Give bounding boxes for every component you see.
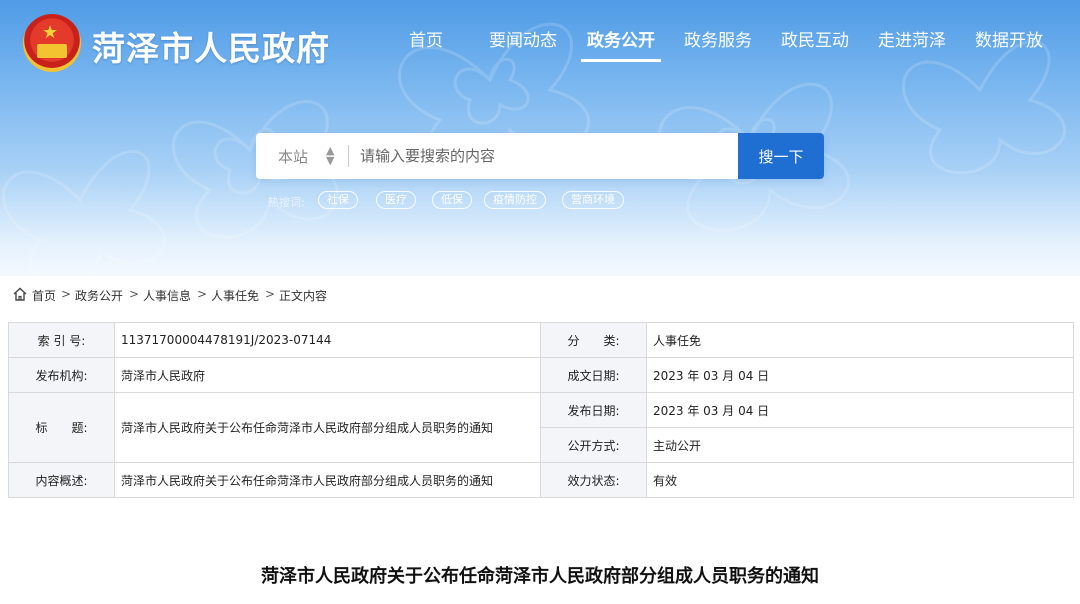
site-title: 菏泽市人民政府 xyxy=(92,29,330,68)
summary-label: 内容概述: xyxy=(8,462,115,498)
search-scope-select[interactable]: 本站 xyxy=(278,146,308,167)
national-emblem-logo: ★ xyxy=(23,14,81,72)
publish-date-value: 2023 年 03 月 04 日 xyxy=(646,392,1074,428)
created-date-value: 2023 年 03 月 04 日 xyxy=(646,357,1074,393)
breadcrumb-separator: > xyxy=(61,287,72,301)
nav-item-gov-affairs[interactable]: 政务公开 xyxy=(581,26,661,62)
nav-item-about-heze[interactable]: 走进菏泽 xyxy=(878,26,946,62)
breadcrumb-current: 正文内容 xyxy=(279,289,328,303)
peony-decoration-icon xyxy=(1,149,166,276)
nav-item-gov-services[interactable]: 政务服务 xyxy=(684,26,752,62)
category-value: 人事任免 xyxy=(646,322,1074,358)
nav-item-open-data[interactable]: 数据开放 xyxy=(975,26,1043,62)
disclosure-method-value: 主动公开 xyxy=(646,427,1074,463)
publish-date-label: 发布日期: xyxy=(540,392,647,428)
publisher-label: 发布机构: xyxy=(8,357,115,393)
table-row: 内容概述: 菏泽市人民政府关于公布任命菏泽市人民政府部分组成人员职务的通知 效力… xyxy=(8,462,1074,498)
nav-item-home[interactable]: 首页 xyxy=(409,26,443,62)
title-value: 菏泽市人民政府关于公布任命菏泽市人民政府部分组成人员职务的通知 xyxy=(114,392,541,463)
breadcrumb-personnel-info[interactable]: 人事信息 xyxy=(143,287,191,304)
breadcrumb-separator: > xyxy=(265,287,276,301)
updown-arrow-icon[interactable]: ▲ ▼ xyxy=(326,145,334,166)
nav-item-news[interactable]: 要闻动态 xyxy=(489,26,557,62)
hot-search-label: 热搜词: xyxy=(268,196,305,209)
search-button[interactable]: 搜一下 xyxy=(738,133,824,179)
gate-icon xyxy=(37,44,67,58)
validity-status-value: 有效 xyxy=(646,462,1074,498)
index-number-value: 11371700004478191J/2023-07144 xyxy=(114,322,541,358)
breadcrumb-separator: > xyxy=(197,287,208,301)
breadcrumb: 首页 > 政务公开 > 人事信息 > 人事任免 > 正文内容 xyxy=(8,276,1072,314)
breadcrumb-home[interactable]: 首页 xyxy=(32,287,56,304)
category-label: 分 类: xyxy=(540,322,647,358)
disclosure-method-label: 公开方式: xyxy=(540,427,647,463)
hot-tag-business-env[interactable]: 营商环境 xyxy=(562,191,624,209)
search-divider xyxy=(348,145,349,167)
hot-tag-social-security[interactable]: 社保 xyxy=(318,191,358,209)
hot-tag-medical[interactable]: 医疗 xyxy=(376,191,416,209)
publisher-value: 菏泽市人民政府 xyxy=(114,357,541,393)
hot-tag-basic-allowance[interactable]: 低保 xyxy=(432,191,472,209)
table-row: 索 引 号: 11371700004478191J/2023-07144 分 类… xyxy=(8,322,1074,358)
hot-tag-epidemic[interactable]: 疫情防控 xyxy=(484,191,546,209)
document-info-table: 索 引 号: 11371700004478191J/2023-07144 分 类… xyxy=(8,322,1074,498)
created-date-label: 成文日期: xyxy=(540,357,647,393)
breadcrumb-separator: > xyxy=(129,287,140,301)
nav-item-interaction[interactable]: 政民互动 xyxy=(781,26,849,62)
validity-status-label: 效力状态: xyxy=(540,462,647,498)
table-row: 标 题: 菏泽市人民政府关于公布任命菏泽市人民政府部分组成人员职务的通知 发布日… xyxy=(8,392,1074,463)
index-number-label: 索 引 号: xyxy=(8,322,115,358)
article-title: 菏泽市人民政府关于公布任命菏泽市人民政府部分组成人员职务的通知 xyxy=(261,566,819,587)
search-input[interactable] xyxy=(360,133,730,179)
table-row: 发布机构: 菏泽市人民政府 成文日期: 2023 年 03 月 04 日 xyxy=(8,357,1074,393)
title-label: 标 题: xyxy=(8,392,115,463)
search-box: 本站 ▲▼ 搜一下 xyxy=(256,133,824,179)
header-banner: ★ 菏泽市人民政府 首页 要闻动态 政务公开 政务服务 政民互动 走进菏泽 数据… xyxy=(0,0,1080,276)
breadcrumb-appointments[interactable]: 人事任免 xyxy=(211,287,259,304)
breadcrumb-gov-affairs[interactable]: 政务公开 xyxy=(75,287,123,304)
summary-value: 菏泽市人民政府关于公布任命菏泽市人民政府部分组成人员职务的通知 xyxy=(114,462,541,498)
home-icon[interactable] xyxy=(12,286,28,302)
star-icon: ★ xyxy=(42,22,59,43)
